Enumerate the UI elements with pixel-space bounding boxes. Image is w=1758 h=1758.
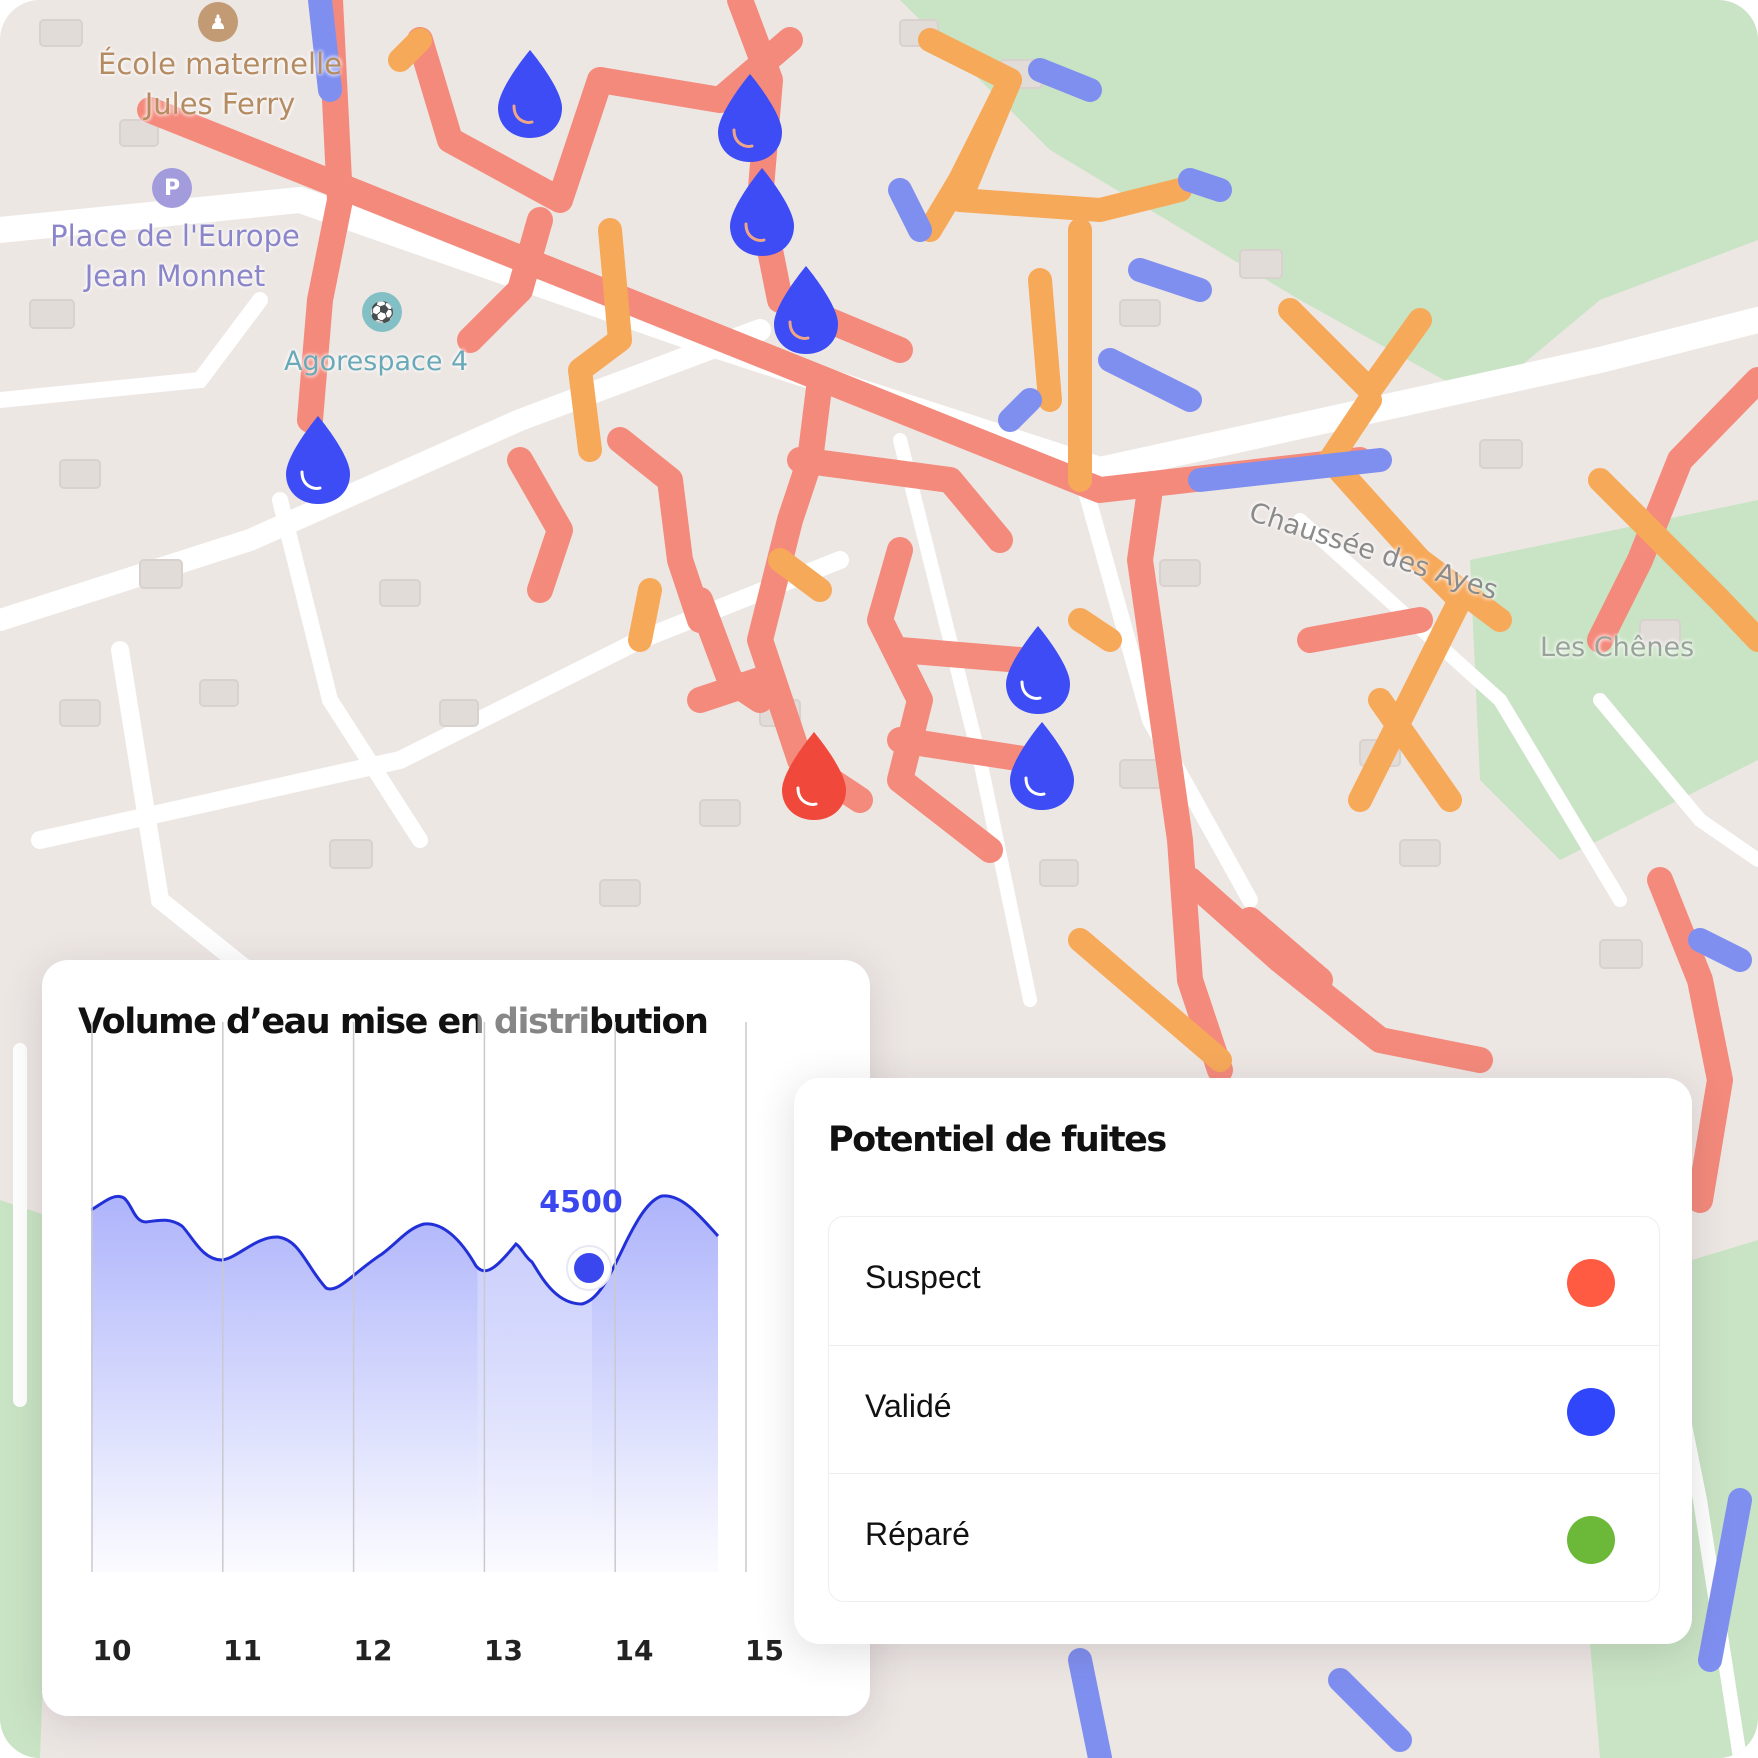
parking-icon[interactable]: P: [152, 168, 192, 208]
status-dot-repare: [1567, 1516, 1615, 1564]
map-screen: ♟ P ⚽ École maternelle Jules Ferry Place…: [0, 0, 1758, 1758]
map-label-area: Les Chênes: [1540, 632, 1695, 663]
school-icon[interactable]: ♟: [198, 2, 238, 42]
chart-x-tick-label: 11: [223, 1634, 262, 1667]
legend-item-valide[interactable]: Validé: [829, 1345, 1659, 1474]
map-label-school: École maternelle Jules Ferry: [98, 47, 342, 121]
status-dot-suspect: [1567, 1259, 1615, 1307]
chart-x-tick-label: 12: [354, 1634, 393, 1667]
chart-x-tick-label: 15: [745, 1634, 784, 1667]
legend-label: Validé: [865, 1388, 952, 1424]
soccer-icon[interactable]: ⚽: [362, 292, 402, 332]
chart-x-tick-label: 14: [615, 1634, 654, 1667]
volume-area-chart[interactable]: 10 11 12 13 14 15 4500: [42, 960, 870, 1716]
status-dot-valide: [1567, 1388, 1615, 1436]
legend-list: Suspect Validé Réparé: [828, 1216, 1660, 1602]
legend-item-suspect[interactable]: Suspect: [829, 1217, 1659, 1345]
chart-x-tick-label: 10: [93, 1634, 132, 1667]
legend-label: Suspect: [865, 1259, 981, 1295]
chart-highlight-point: [574, 1253, 605, 1283]
legend-label: Réparé: [865, 1516, 970, 1552]
map-label-square: Place de l'Europe Jean Monnet: [50, 219, 300, 293]
legend-title: Potentiel de fuites: [828, 1120, 1167, 1160]
chart-area-fill: [91, 1195, 718, 1572]
chart-plot-area: [91, 960, 720, 1572]
chart-highlight-value: 4500: [539, 1185, 623, 1220]
volume-chart-card: Volume d’eau mise en distribution 10 11 12…: [42, 960, 870, 1716]
map-label-sport-area: Agorespace 4: [284, 346, 469, 377]
legend-item-repare[interactable]: Réparé: [829, 1473, 1659, 1602]
chart-x-tick-label: 13: [484, 1634, 523, 1667]
leak-potential-card: Potentiel de fuites Suspect Validé Répar…: [794, 1078, 1692, 1644]
